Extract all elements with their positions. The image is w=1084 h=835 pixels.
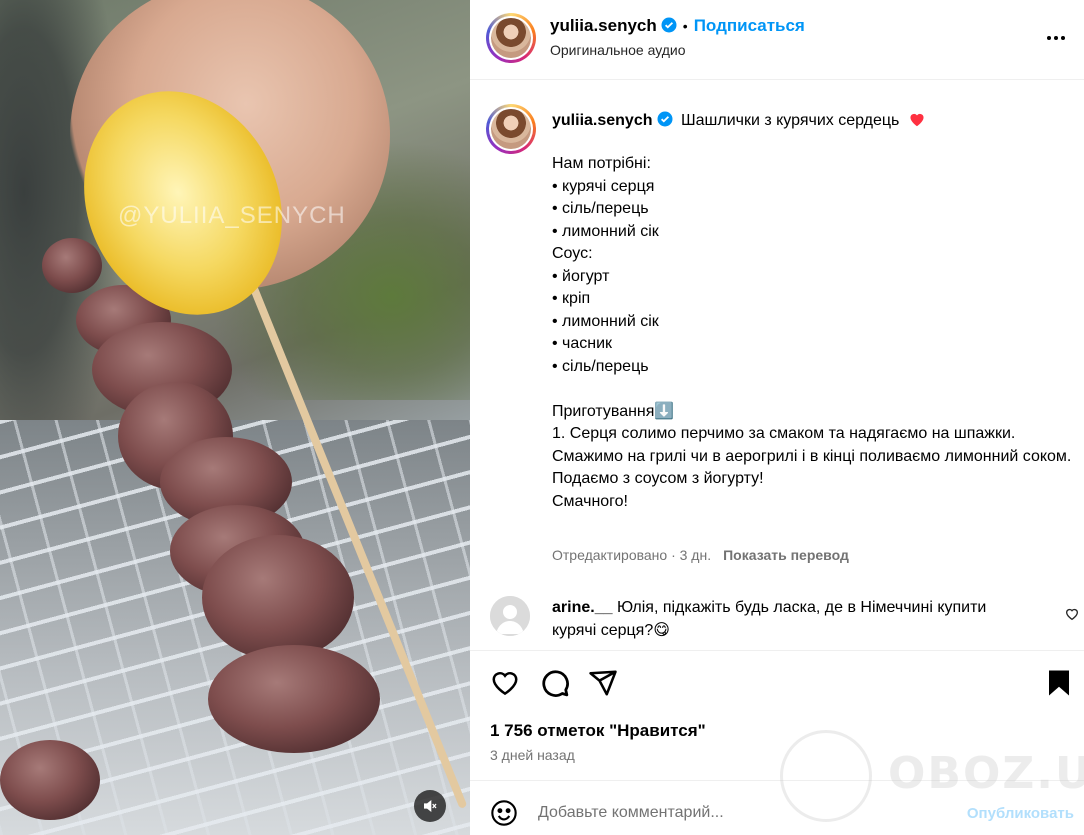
likes-count[interactable]: 1 756 отметок "Нравится" [490,721,706,741]
chicken-heart [202,535,354,660]
comment-username[interactable]: arine.__ [552,599,612,616]
more-icon-dot [1061,36,1065,40]
action-bar: 1 756 отметок "Нравится" 3 дней назад [470,650,1084,800]
comment-text: Юлія, підкажіть будь ласка, де в Німеччи… [552,599,987,639]
post-time[interactable]: 3 дней назад [490,747,575,763]
follow-button[interactable]: Подписаться [694,16,805,35]
verified-icon [661,17,677,33]
edited-timestamp: Отредактировано · 3 дн. [552,547,712,563]
more-icon [1047,36,1051,40]
caption-username[interactable]: yuliia.senych [552,112,653,129]
heart-icon[interactable] [490,668,520,698]
comment-input[interactable] [538,797,938,829]
commenter-avatar[interactable] [490,596,530,636]
author-avatar-photo [491,18,531,58]
chicken-heart [208,645,380,753]
more-options-button[interactable] [1042,26,1070,50]
header-author-line: yuliia.senych • Подписаться [550,16,805,36]
header-username[interactable]: yuliia.senych [550,16,657,35]
share-icon[interactable] [588,668,618,698]
translate-button[interactable]: Показать перевод [723,547,849,563]
comment-icon[interactable] [540,668,570,698]
default-avatar-icon [490,596,530,636]
emoji-icon[interactable] [490,799,518,827]
caption-title: Шашлички з курячих сердець [680,112,900,129]
separator-dot: • [682,18,688,34]
comment-like-icon[interactable] [1064,606,1080,622]
red-heart-icon [910,113,924,127]
caption-header: yuliia.senych Шашлички з курячих сердець [552,111,926,130]
post-details-panel: yuliia.senych • Подписаться Оригинальное а… [470,0,1084,835]
author-avatar[interactable] [486,13,536,63]
post-header: yuliia.senych • Подписаться Оригинальное а… [470,0,1084,80]
bookmark-icon[interactable] [1044,668,1074,698]
mute-icon [424,799,437,813]
caption-body: Нам потрібні: • курячі серця • сіль/пере… [552,155,1072,510]
chicken-heart [42,238,102,293]
verified-icon [657,111,672,127]
caption-meta: Отредактировано · 3 дн. Показать перевод [552,547,849,563]
video-watermark: @YULIIA_SENYCH [118,202,346,229]
audio-label[interactable]: Оригинальное аудио [550,42,686,58]
chicken-heart [0,740,100,820]
caption-author-avatar[interactable] [486,104,536,154]
post-video[interactable]: @YULIIA_SENYCH [0,0,470,835]
caption-section: yuliia.senych Шашлички з курячих сердець… [470,81,1084,649]
publish-button[interactable]: Опубликовать [967,805,1074,822]
mute-button[interactable] [414,790,446,822]
comment-composer: Опубликовать [470,780,1084,835]
caption-author-avatar-photo [491,109,531,149]
more-icon-dot [1054,36,1058,40]
comment-body: arine.__ Юлія, підкажіть будь ласка, де … [552,597,1022,642]
